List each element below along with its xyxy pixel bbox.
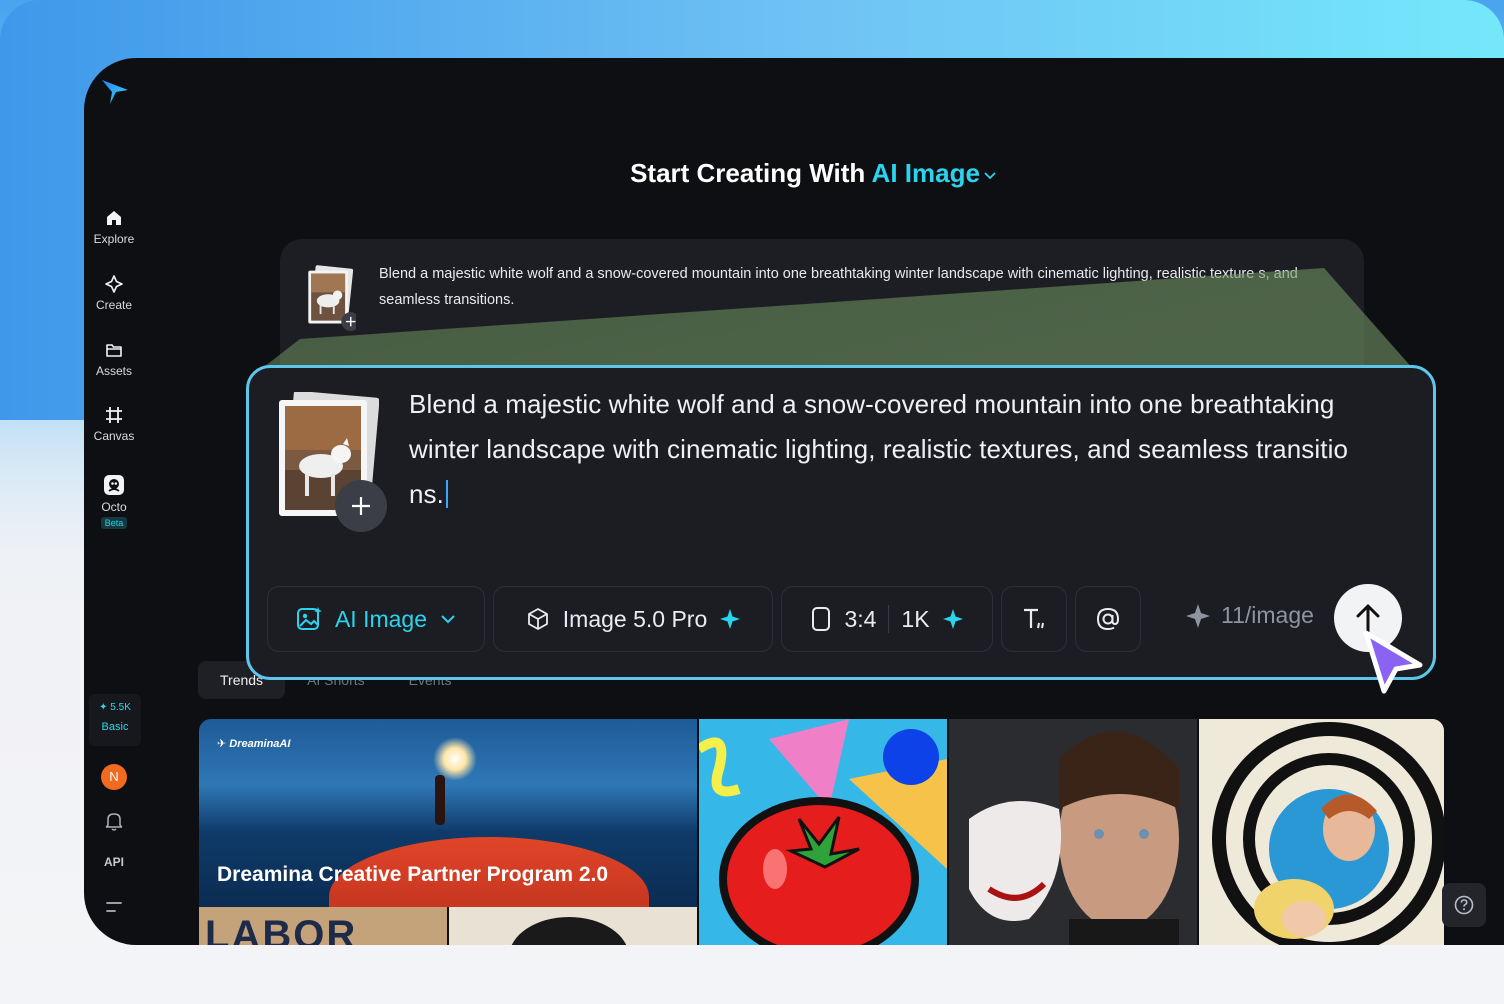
text-format-icon bbox=[1024, 608, 1044, 629]
help-icon bbox=[1454, 895, 1474, 915]
reference-image-thumbnail[interactable] bbox=[304, 265, 356, 331]
octo-icon bbox=[104, 475, 124, 495]
crop-grid-icon bbox=[106, 407, 122, 423]
gallery-card-poster[interactable]: LABOR DAY bbox=[199, 907, 447, 945]
sidebar-item-label: Create bbox=[95, 298, 133, 312]
sidebar-item-explore[interactable]: Explore bbox=[84, 208, 144, 246]
prompt-text-zoomed[interactable]: Blend a majestic white wolf and a snow-c… bbox=[409, 382, 1409, 517]
featured-title: Dreamina Creative Partner Program 2.0 bbox=[217, 863, 609, 886]
sparkle-icon bbox=[1186, 603, 1210, 628]
sidebar-item-canvas[interactable]: Canvas bbox=[84, 405, 144, 443]
credit-sparkle-icon: ✦ bbox=[99, 702, 108, 713]
gallery-card-portrait[interactable] bbox=[449, 907, 697, 945]
bell-icon[interactable] bbox=[104, 810, 124, 832]
swirl-artwork bbox=[1199, 719, 1444, 945]
masquerade-artwork bbox=[949, 719, 1197, 945]
mention-button[interactable] bbox=[1075, 586, 1141, 652]
featured-gallery-card[interactable]: ✈ DreaminaAI Dreamina Creative Partner P… bbox=[199, 719, 697, 907]
app-window: Explore Create Assets Canvas Octo Beta ✦… bbox=[84, 58, 1504, 945]
brand-name: DreaminaAI bbox=[229, 738, 291, 750]
text-caret bbox=[445, 480, 448, 508]
dreamina-logo-icon[interactable] bbox=[100, 78, 130, 106]
cube-icon bbox=[527, 608, 548, 630]
avatar[interactable]: N bbox=[101, 764, 127, 790]
ratio-label: 3:4 bbox=[844, 605, 877, 632]
folder-icon bbox=[106, 344, 122, 357]
gallery-card-tomato[interactable] bbox=[699, 719, 947, 945]
plan-label: Basic bbox=[101, 721, 129, 733]
gallery-card-swirl[interactable] bbox=[1199, 719, 1444, 945]
poster-text: LABOR DAY bbox=[205, 913, 358, 945]
sidebar-item-label: Assets bbox=[95, 364, 132, 378]
sparkle-icon bbox=[942, 609, 963, 629]
page-title: Start Creating With AI Image bbox=[84, 158, 1504, 189]
mode-select[interactable]: AI Image bbox=[267, 586, 485, 652]
at-sign-icon bbox=[1096, 607, 1120, 631]
zoomed-prompt-box: Blend a majestic white wolf and a snow-c… bbox=[246, 365, 1436, 680]
help-button[interactable] bbox=[1442, 883, 1486, 927]
mode-switcher[interactable]: AI Image bbox=[872, 158, 998, 188]
gallery-card-masquerade[interactable] bbox=[949, 719, 1197, 945]
model-select[interactable]: Image 5.0 Pro bbox=[493, 586, 773, 652]
text-style-button[interactable] bbox=[1001, 586, 1067, 652]
cost-indicator: 11/image bbox=[1185, 602, 1314, 629]
plus-icon bbox=[352, 497, 370, 515]
brand-watermark: ✈ DreaminaAI bbox=[217, 738, 291, 750]
sidebar-item-assets[interactable]: Assets bbox=[84, 340, 144, 378]
chevron-down-icon bbox=[984, 172, 996, 180]
sidebar-item-create[interactable]: Create bbox=[84, 274, 144, 312]
ai-image-icon bbox=[296, 607, 322, 630]
add-image-button[interactable] bbox=[335, 480, 387, 532]
mode-switcher-label: AI Image bbox=[871, 158, 980, 188]
chip-divider bbox=[888, 605, 890, 633]
beta-badge: Beta bbox=[100, 517, 128, 529]
prompt-text[interactable]: Blend a majestic white wolf and a snow-c… bbox=[379, 261, 1349, 313]
figure-silhouette bbox=[435, 775, 445, 825]
credit-amount: 5.5K bbox=[110, 702, 131, 713]
cost-label: 11/image bbox=[1221, 602, 1314, 628]
sidebar-item-octo[interactable]: Octo Beta bbox=[84, 474, 144, 529]
mode-select-label: AI Image bbox=[334, 605, 428, 632]
tomato-artwork bbox=[699, 719, 947, 945]
prompt-line-2: winter landscape with cinematic lighting… bbox=[409, 434, 1349, 464]
model-select-label: Image 5.0 Pro bbox=[562, 605, 708, 632]
sparkle-icon bbox=[720, 609, 741, 629]
ratio-resolution-select[interactable]: 3:4 1K bbox=[781, 586, 993, 652]
credits-panel[interactable]: ✦ 5.5K Basic bbox=[89, 694, 141, 746]
api-link[interactable]: API bbox=[84, 855, 144, 869]
prompt-line-3: ns. bbox=[409, 479, 444, 509]
sidebar-item-label: Octo bbox=[101, 500, 127, 514]
resolution-label: 1K bbox=[901, 605, 930, 632]
page-title-prefix: Start Creating With bbox=[630, 158, 866, 188]
menu-icon[interactable] bbox=[106, 900, 122, 914]
mouse-cursor-icon bbox=[1363, 630, 1423, 694]
prompt-line-1: Blend a majestic white wolf and a snow-c… bbox=[409, 389, 1335, 419]
home-icon bbox=[107, 211, 121, 225]
sidebar-item-label: Explore bbox=[93, 232, 135, 246]
sidebar: Explore Create Assets Canvas Octo Beta ✦… bbox=[84, 58, 144, 945]
sidebar-item-label: Canvas bbox=[93, 429, 135, 443]
sparkle-outline-icon bbox=[105, 275, 123, 293]
aspect-ratio-icon bbox=[812, 607, 831, 631]
portrait-shape bbox=[509, 917, 629, 945]
chevron-down-icon bbox=[441, 615, 455, 624]
